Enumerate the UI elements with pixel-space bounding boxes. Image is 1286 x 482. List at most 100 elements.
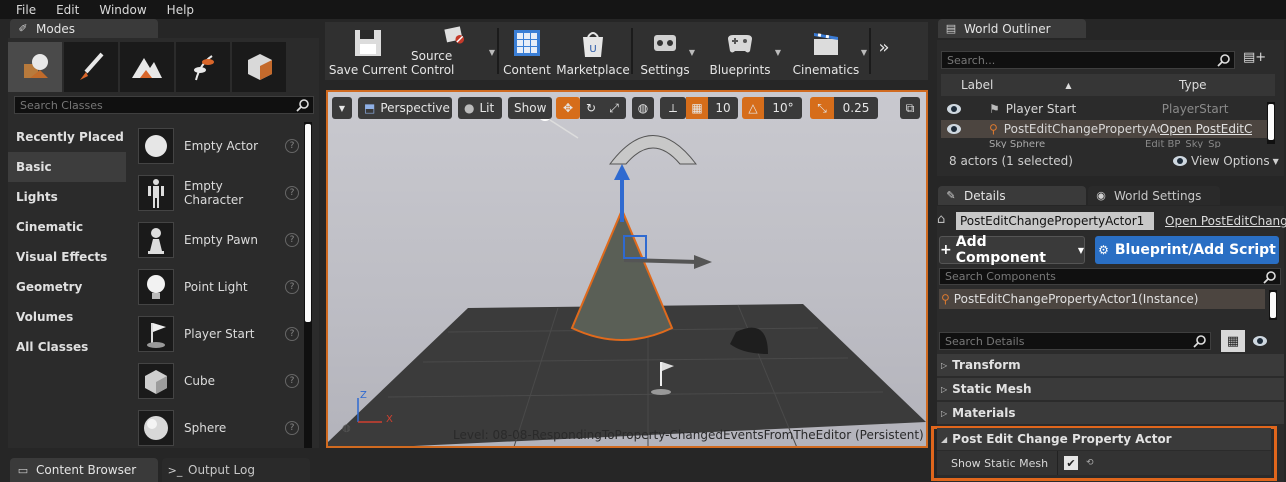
table-row[interactable]: ⚑ Player Start PlayerStart [941, 100, 1267, 118]
blueprints-button[interactable]: Blueprints ▼ [697, 22, 783, 80]
property-matrix-icon[interactable]: ▦ [1221, 330, 1245, 352]
category-recently-placed[interactable]: Recently Placed [8, 122, 126, 152]
blueprint-add-script-button[interactable]: ⚙ Blueprint/Add Script [1095, 236, 1279, 264]
tab-output-log[interactable]: >_ Output Log [162, 458, 310, 482]
translate-tool-icon[interactable]: ✥ [556, 97, 580, 119]
help-icon[interactable]: ? [285, 279, 299, 294]
tab-world-outliner[interactable]: ▤ World Outliner [938, 19, 1086, 38]
paint-mode-icon[interactable] [64, 42, 118, 92]
open-blueprint-link[interactable]: Open PostEditChange [1165, 214, 1286, 228]
toolbar-overflow-button[interactable]: » [871, 22, 897, 80]
menu-help[interactable]: Help [151, 3, 194, 17]
actor-name-field[interactable]: PostEditChangePropertyActor1 [956, 212, 1154, 230]
world-local-icon[interactable]: ◍ [632, 97, 654, 119]
menu-window[interactable]: Window [83, 3, 146, 17]
chevron-down-icon[interactable]: ▼ [489, 48, 495, 57]
cinematics-button[interactable]: Cinematics ▼ [783, 22, 869, 80]
list-item[interactable]: Empty Actor ? [130, 122, 305, 169]
list-item[interactable]: Player Start ? [130, 310, 305, 357]
help-icon[interactable]: ? [285, 138, 299, 153]
category-cinematic[interactable]: Cinematic [8, 212, 126, 242]
marketplace-button[interactable]: U Marketplace [555, 22, 631, 80]
save-current-button[interactable]: Save Current [325, 22, 411, 80]
add-folder-icon[interactable]: ▤+ [1243, 50, 1266, 65]
realtime-icon[interactable]: ◍ [342, 423, 351, 434]
scale-tool-icon[interactable]: ⤢ [602, 97, 626, 119]
show-button[interactable]: Show [508, 97, 552, 119]
category-materials[interactable]: ▷ Materials [937, 402, 1284, 424]
component-instance-row[interactable]: ⚲ PostEditChangePropertyActor1(Instance) [939, 289, 1265, 309]
grid-snap-value[interactable]: 10 [708, 97, 738, 119]
category-basic[interactable]: Basic [8, 152, 126, 182]
place-mode-icon[interactable] [8, 42, 62, 92]
category-volumes[interactable]: Volumes [8, 302, 126, 332]
outliner-search-input[interactable]: Search... [941, 51, 1235, 69]
viewport-options-button[interactable]: ▼ [332, 97, 352, 119]
visibility-eye-icon[interactable] [1253, 336, 1267, 346]
list-item[interactable]: Sphere ? [130, 404, 305, 451]
list-item[interactable]: Cube ? [130, 357, 305, 404]
open-blueprint-link[interactable]: Open PostEditC [1160, 122, 1252, 136]
table-row[interactable]: Sky Sphere Edit BP_Sky_Sp [941, 140, 1267, 148]
list-item[interactable]: Empty Character ? [130, 169, 305, 216]
chevron-down-icon[interactable]: ▼ [689, 48, 695, 57]
scale-snap-icon[interactable]: ⤡ [810, 97, 834, 119]
grid-snap-icon[interactable]: ▦ [686, 97, 708, 119]
column-label[interactable]: Label [961, 78, 993, 92]
category-geometry[interactable]: Geometry [8, 272, 126, 302]
scrollbar-thumb[interactable] [1268, 104, 1274, 140]
reset-to-default-icon[interactable]: ⟲ [1086, 458, 1094, 468]
help-icon[interactable]: ? [285, 232, 299, 247]
items-scrollbar[interactable] [304, 122, 312, 448]
category-all-classes[interactable]: All Classes [8, 332, 126, 362]
visibility-eye-icon[interactable] [947, 124, 961, 134]
tab-content-browser[interactable]: ▭ Content Browser [10, 458, 158, 482]
help-icon[interactable]: ? [285, 326, 299, 341]
visibility-eye-icon[interactable] [947, 104, 961, 114]
outliner-scrollbar[interactable] [1267, 102, 1275, 144]
tab-world-settings[interactable]: ◉ World Settings [1088, 186, 1220, 205]
chevron-down-icon[interactable]: ▼ [775, 48, 781, 57]
rotation-snap-icon[interactable]: △ [742, 97, 764, 119]
help-icon[interactable]: ? [285, 373, 299, 388]
add-component-button[interactable]: + Add Component ▼ [939, 234, 1085, 266]
geometry-mode-icon[interactable] [232, 42, 286, 92]
perspective-button[interactable]: ⬒ Perspective [358, 97, 452, 119]
table-row[interactable]: ⚲ PostEditChangePropertyActor Open PostE… [941, 120, 1267, 138]
scrollbar-thumb[interactable] [305, 124, 311, 322]
foliage-mode-icon[interactable] [176, 42, 230, 92]
scale-snap-value[interactable]: 0.25 [834, 97, 878, 119]
rotate-tool-icon[interactable]: ↻ [580, 97, 602, 119]
scrollbar-thumb[interactable] [1270, 292, 1276, 318]
lit-button[interactable]: ● Lit [458, 97, 502, 119]
menu-edit[interactable]: Edit [40, 3, 79, 17]
tab-modes[interactable]: ✐ Modes [10, 19, 158, 38]
settings-button[interactable]: Settings ▼ [633, 22, 697, 80]
chevron-down-icon[interactable]: ▼ [861, 48, 867, 57]
rotation-snap-value[interactable]: 10° [764, 97, 802, 119]
source-control-button[interactable]: Source Control ▼ [411, 22, 497, 80]
search-classes-input[interactable]: Search Classes [14, 96, 314, 114]
column-type[interactable]: Type [1179, 78, 1207, 92]
search-details-input[interactable]: Search Details [939, 332, 1211, 350]
list-item[interactable]: Empty Pawn ? [130, 216, 305, 263]
help-icon[interactable]: ? [285, 185, 299, 200]
category-post-edit-change-property-actor[interactable]: ◢ Post Edit Change Property Actor [937, 428, 1271, 450]
category-lights[interactable]: Lights [8, 182, 126, 212]
show-static-mesh-checkbox[interactable]: ✔ [1064, 456, 1078, 470]
help-icon[interactable]: ? [285, 420, 299, 435]
category-visual-effects[interactable]: Visual Effects [8, 242, 126, 272]
maximize-viewport-icon[interactable]: ⧉ [900, 97, 920, 119]
landscape-mode-icon[interactable] [120, 42, 174, 92]
list-item[interactable]: Point Light ? [130, 263, 305, 310]
category-static-mesh[interactable]: ▷ Static Mesh [937, 378, 1284, 400]
level-viewport[interactable]: ▼ ⬒ Perspective ● Lit Show ✥ ↻ ⤢ ◍ ⟂ ▦ 1… [326, 90, 928, 448]
view-options-button[interactable]: View Options ▼ [1173, 154, 1279, 168]
menu-file[interactable]: File [0, 3, 36, 17]
content-button[interactable]: Content [499, 22, 555, 80]
tab-details[interactable]: ✎ Details [938, 186, 1086, 205]
surface-snap-icon[interactable]: ⟂ [660, 97, 686, 119]
category-transform[interactable]: ▷ Transform [937, 354, 1284, 376]
search-components-input[interactable]: Search Components [939, 268, 1281, 285]
components-scrollbar[interactable] [1269, 290, 1277, 320]
